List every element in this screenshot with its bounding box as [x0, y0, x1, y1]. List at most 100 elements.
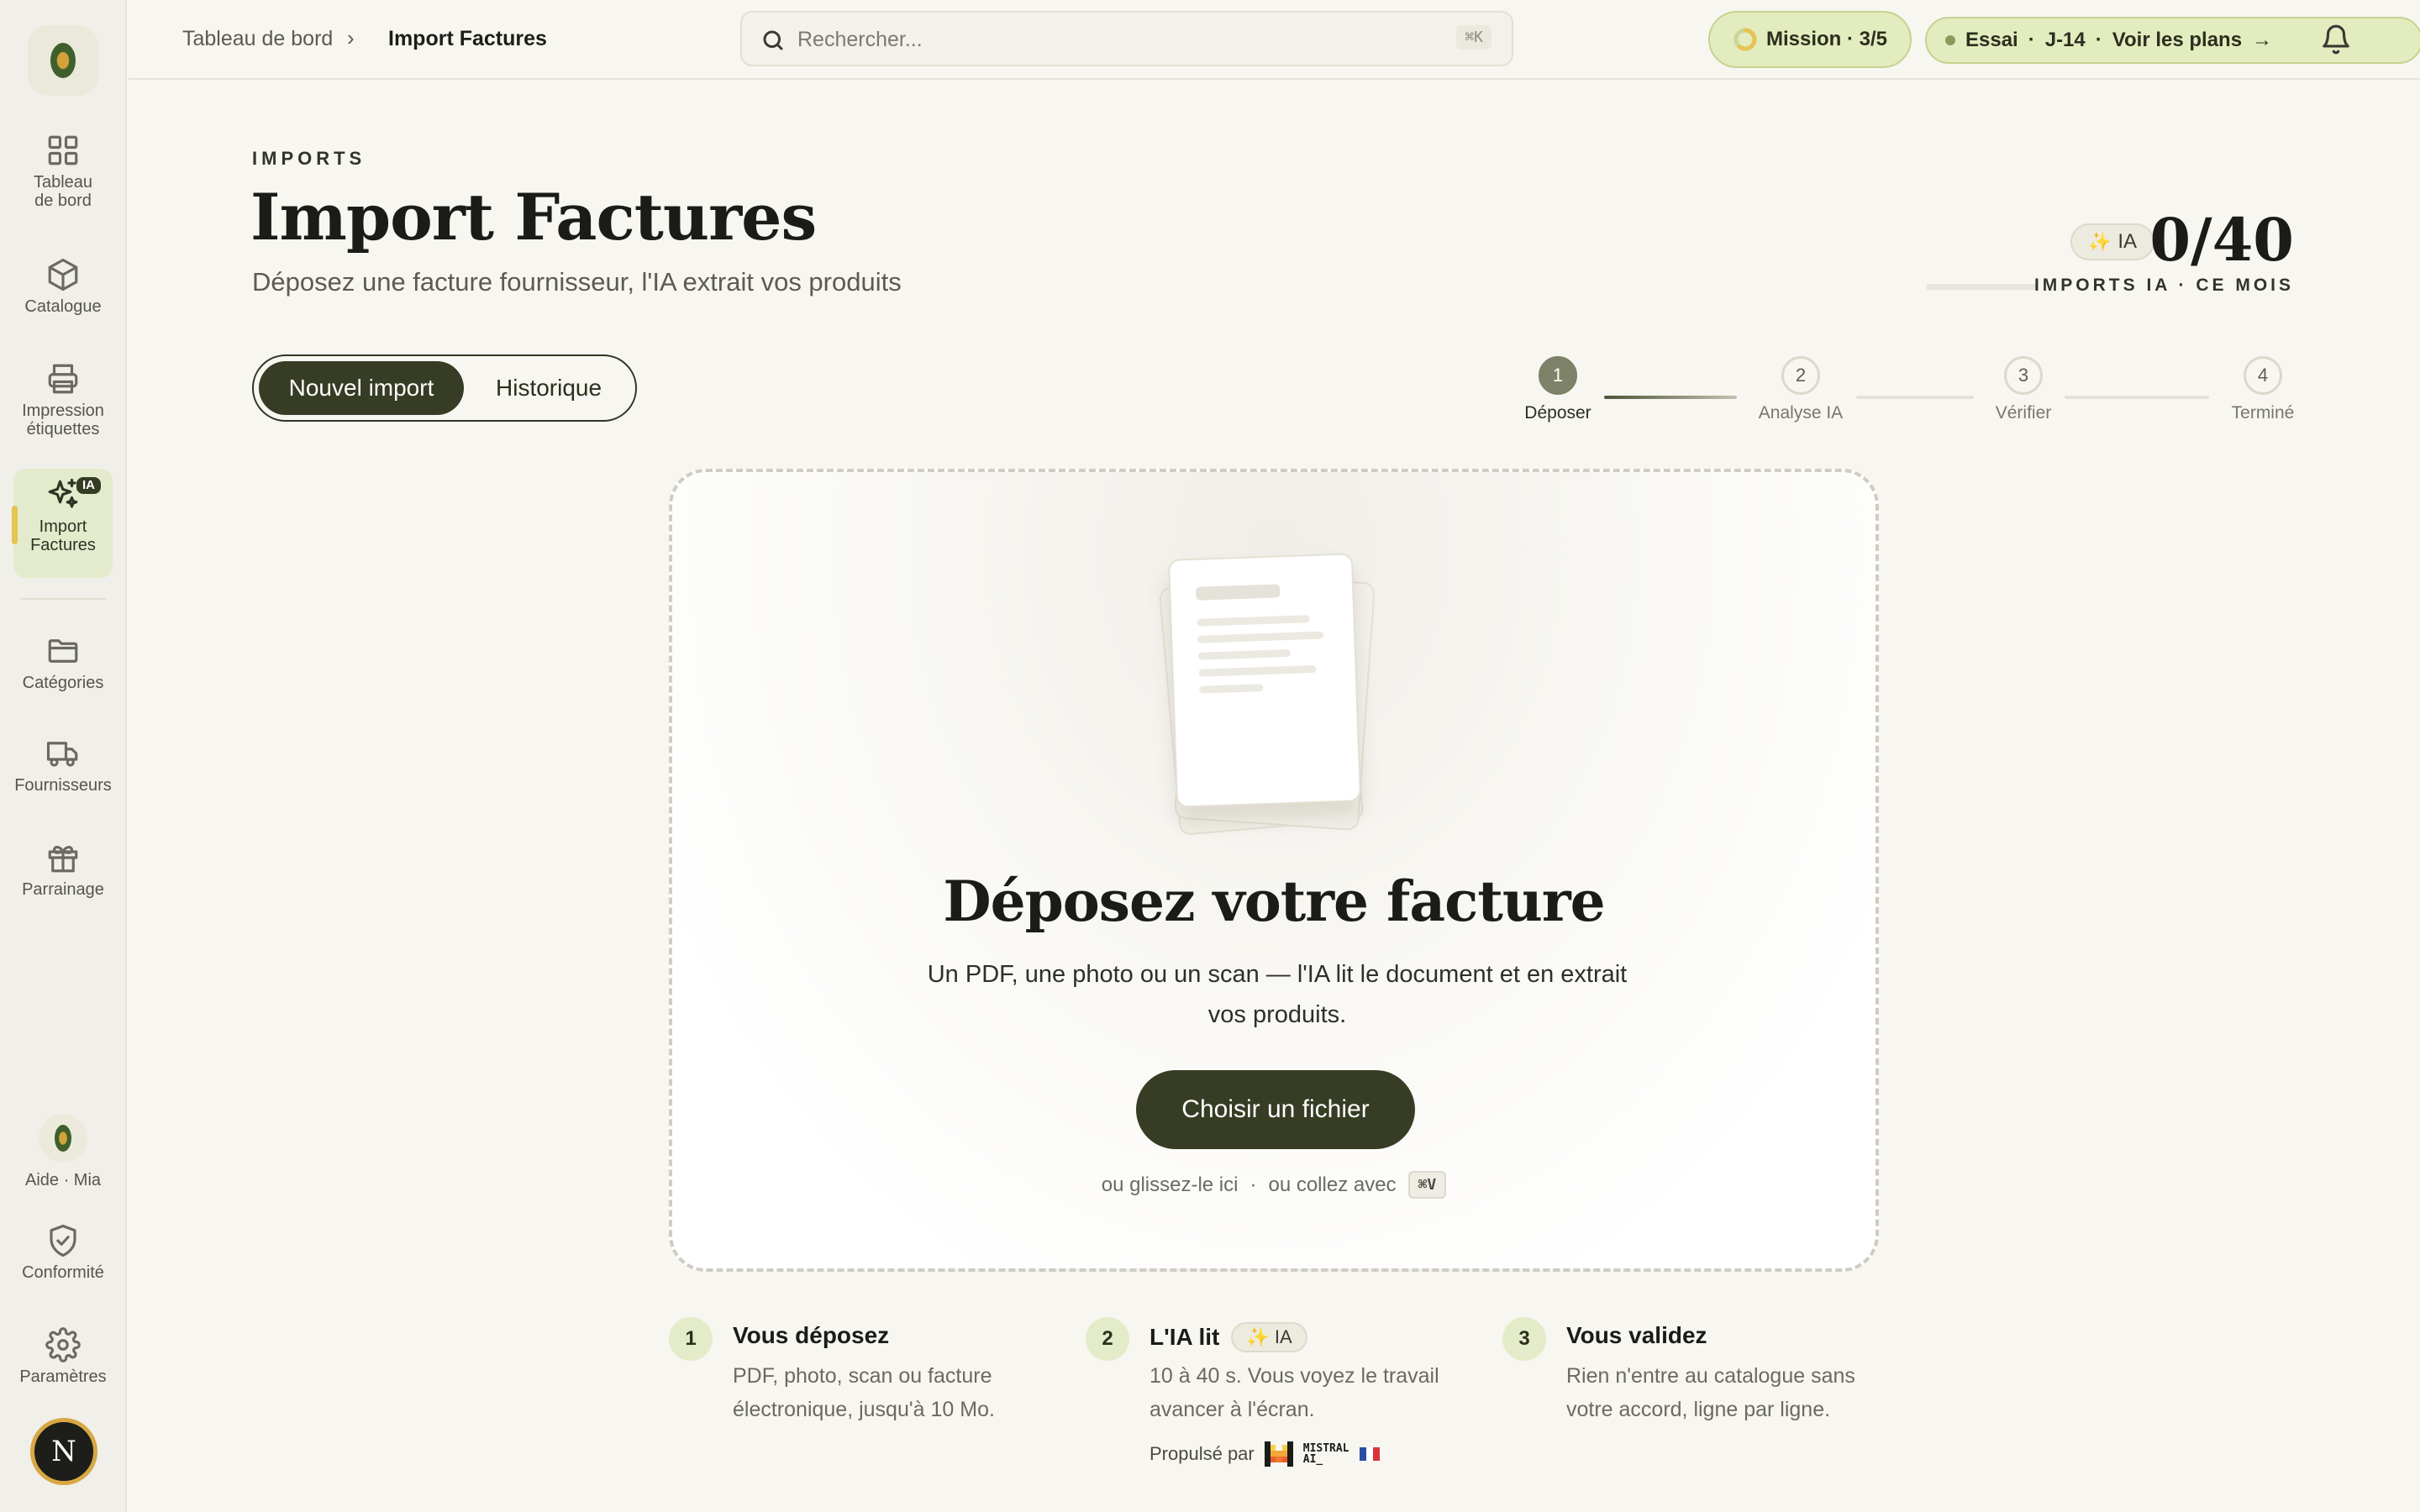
search-shortcut: ⌘K	[1456, 25, 1491, 50]
ia-badge: ✨ IA	[2070, 223, 2154, 260]
sidebar-item-fournisseurs[interactable]: Fournisseurs	[13, 727, 113, 795]
ia-import-counter: 0/40	[2149, 205, 2294, 275]
mia-assistant-avatar	[39, 1114, 87, 1163]
search-box[interactable]: ⌘K	[740, 11, 1513, 66]
ia-badge: ✨ IA	[1231, 1322, 1307, 1352]
step-number: 2	[1086, 1317, 1129, 1361]
sidebar-item-aide-mia[interactable]: Aide · Mia	[13, 1105, 113, 1189]
dropzone-hint: ou glissez-le ici · ou collez avec ⌘V	[672, 1171, 1876, 1199]
progress-ring-icon	[1733, 28, 1757, 51]
shield-check-icon	[50, 1224, 76, 1257]
breadcrumb-dashboard[interactable]: Tableau de bord	[182, 27, 333, 51]
step-label: Vérifier	[1995, 403, 2052, 423]
gift-icon	[48, 845, 78, 873]
sidebar-item-dashboard[interactable]: Tableau de bord	[13, 124, 113, 210]
sidebar-item-conformite[interactable]: Conformité	[13, 1215, 113, 1282]
box-icon	[48, 258, 78, 291]
file-dropzone[interactable]: Déposez votre facture Un PDF, une photo …	[669, 469, 1879, 1272]
stepper-connector	[1604, 396, 1737, 399]
search-input[interactable]	[797, 24, 1386, 55]
sidebar-item-import-factures[interactable]: IA Import Factures	[12, 469, 113, 578]
step-number: 2	[1781, 356, 1820, 395]
tab-nouvel-import[interactable]: Nouvel import	[259, 361, 464, 415]
sidebar-item-label: Fournisseurs	[14, 776, 112, 795]
sidebar-item-label: Catégories	[22, 674, 104, 692]
step-number: 1	[669, 1317, 713, 1361]
mistral-logo-icon	[1264, 1441, 1293, 1467]
status-dot	[1945, 35, 1955, 45]
step-number: 3	[2004, 356, 2043, 395]
step-label: Analyse IA	[1758, 403, 1844, 423]
sidebar-divider	[20, 598, 107, 600]
stepper-step-analyse: 2 Analyse IA	[1754, 356, 1847, 423]
sparkles-icon	[48, 478, 78, 508]
document-icon	[1167, 553, 1362, 808]
step-number: 3	[1502, 1317, 1546, 1361]
mission-label: Mission · 3/5	[1765, 28, 1888, 50]
page-title: Import Factures	[250, 180, 817, 255]
page-eyebrow: IMPORTS	[252, 148, 366, 169]
paste-shortcut: ⌘V	[1407, 1171, 1447, 1199]
stepper-step-verifier: 3 Vérifier	[1977, 356, 2070, 423]
stepper-step-termine: 4 Terminé	[2217, 356, 2309, 423]
topbar: Tableau de bord › Import Factures ⌘K Mis…	[129, 0, 2420, 80]
stepper-connector	[2065, 396, 2209, 399]
how-step-desc: PDF, photo, scan ou facture électronique…	[733, 1364, 995, 1421]
dropzone-title: Déposez votre facture	[943, 869, 1605, 934]
ia-quota-progress-bar	[1926, 284, 2037, 290]
printer-icon	[48, 364, 78, 394]
sidebar-item-parametres[interactable]: Paramètres	[13, 1319, 113, 1386]
step-number: 1	[1539, 356, 1577, 395]
sidebar-item-parrainage[interactable]: Parrainage	[13, 832, 113, 899]
step-label: Déposer	[1524, 403, 1591, 423]
trial-label: Essai	[1965, 29, 2018, 51]
how-step-desc: Rien n'entre au catalogue sans votre acc…	[1566, 1364, 1855, 1421]
app-logo[interactable]	[28, 25, 98, 96]
folder-icon	[48, 639, 78, 663]
french-flag-icon	[1359, 1447, 1380, 1461]
arrow-right-icon: →	[2252, 29, 2273, 51]
sidebar-item-label: Conformité	[22, 1263, 104, 1282]
user-avatar[interactable]: N	[30, 1418, 97, 1485]
choose-file-button[interactable]: Choisir un fichier	[1136, 1070, 1415, 1149]
how-step-title: Vous déposez	[733, 1322, 890, 1348]
sidebar-item-label: Impression étiquettes	[22, 402, 104, 438]
how-step-desc: 10 à 40 s. Vous voyez le travail avancer…	[1150, 1364, 1439, 1421]
ia-badge: IA	[76, 477, 101, 494]
step-label: Terminé	[2231, 403, 2295, 423]
trial-cta: Voir les plans	[2112, 29, 2243, 51]
gear-icon	[45, 1327, 81, 1362]
sidebar-item-label: Import Factures	[30, 517, 96, 554]
sparkle-icon: ✨	[2087, 231, 2112, 252]
step-number: 4	[2244, 356, 2282, 395]
sidebar-item-printing[interactable]: Impression étiquettes	[13, 353, 113, 438]
breadcrumb-current: Import Factures	[388, 27, 547, 50]
sidebar-item-label: Aide · Mia	[24, 1171, 102, 1189]
truck-icon	[46, 742, 78, 767]
olive-icon	[55, 1125, 71, 1152]
sidebar-item-label: Paramètres	[19, 1368, 107, 1386]
sidebar-item-label: Catalogue	[24, 297, 102, 316]
trial-days: J-14	[2044, 29, 2086, 51]
ia-import-counter-label: IMPORTS IA · CE MOIS	[2033, 276, 2294, 295]
sidebar: Tableau de bord Catalogue Impression éti…	[0, 0, 127, 1512]
powered-by: Propulsé par MISTRAL AI_	[1150, 1441, 1380, 1467]
page-subtitle: Déposez une facture fournisseur, l'IA ex…	[252, 267, 902, 297]
mistral-wordmark: MISTRAL AI_	[1302, 1442, 1349, 1466]
bell-icon[interactable]	[2320, 24, 2352, 55]
sparkle-icon: ✨	[1246, 1326, 1270, 1347]
document-stack-illustration	[1154, 553, 1406, 837]
stepper-step-deposer: 1 Déposer	[1512, 356, 1604, 423]
sidebar-item-label: Parrainage	[22, 880, 104, 899]
sidebar-item-catalogue[interactable]: Catalogue	[13, 249, 113, 316]
breadcrumb-chevron-icon: ›	[347, 25, 355, 50]
dropzone-description: Un PDF, une photo ou un scan — l'IA lit …	[927, 961, 1628, 1028]
mission-button[interactable]: Mission · 3/5	[1708, 11, 1912, 68]
sidebar-item-categories[interactable]: Catégories	[13, 625, 113, 692]
how-step-title: Vous validez	[1566, 1322, 1707, 1348]
how-step-title: L'IA lit ✨ IA	[1150, 1322, 1307, 1352]
stepper-connector	[1856, 396, 1974, 399]
sidebar-item-label: Tableau de bord	[33, 173, 93, 210]
tab-historique[interactable]: Historique	[469, 361, 629, 415]
olive-logo-icon	[50, 43, 76, 78]
